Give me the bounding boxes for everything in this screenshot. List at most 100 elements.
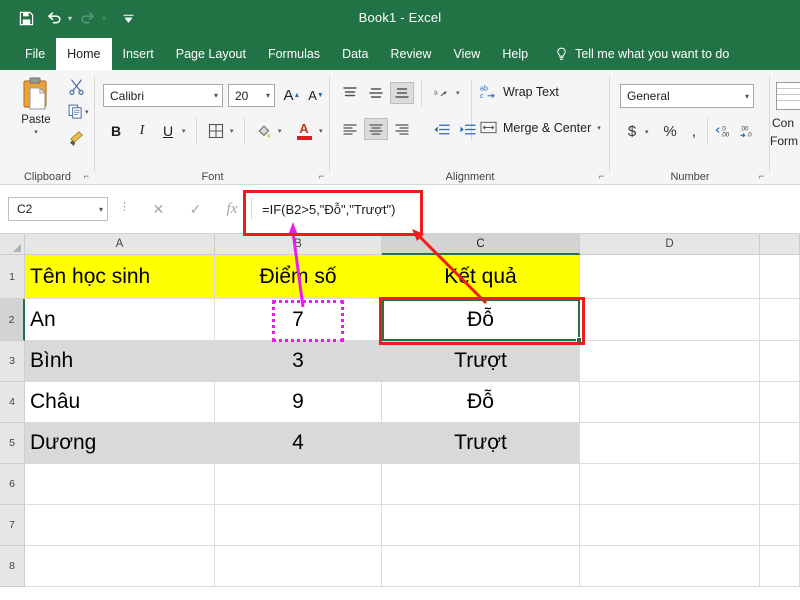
- fill-handle[interactable]: [576, 337, 582, 343]
- row-header-1[interactable]: 1: [0, 255, 25, 299]
- align-top-button[interactable]: [338, 82, 362, 104]
- cell-d6[interactable]: [580, 464, 760, 505]
- bold-button[interactable]: B: [105, 120, 127, 142]
- cell-d3[interactable]: [580, 341, 760, 382]
- cell-e7[interactable]: [760, 505, 800, 546]
- cell-a5[interactable]: Dương: [25, 423, 215, 464]
- cell-a8[interactable]: [25, 546, 215, 587]
- cell-a3[interactable]: Bình: [25, 341, 215, 382]
- cell-a1[interactable]: Tên học sinh: [25, 255, 215, 299]
- format-painter-button[interactable]: [68, 130, 85, 147]
- font-size-combo[interactable]: 20 ▾: [228, 84, 275, 107]
- cell-b2[interactable]: 7: [215, 299, 382, 341]
- row-header-3[interactable]: 3: [0, 341, 25, 382]
- column-header-e[interactable]: [760, 234, 800, 255]
- paste-dropdown-icon[interactable]: ▾: [34, 128, 38, 136]
- column-header-a[interactable]: A: [25, 234, 215, 255]
- row-header-2[interactable]: 2: [0, 299, 25, 341]
- tab-review[interactable]: Review: [379, 38, 442, 70]
- wrap-text-button[interactable]: ab c Wrap Text: [480, 84, 559, 100]
- insert-function-icon[interactable]: fx: [227, 201, 238, 218]
- font-name-combo[interactable]: Calibri ▾: [103, 84, 223, 107]
- paste-button[interactable]: Paste ▾: [8, 76, 64, 160]
- cell-a7[interactable]: [25, 505, 215, 546]
- cell-b5[interactable]: 4: [215, 423, 382, 464]
- currency-dropdown-icon[interactable]: ▾: [645, 128, 649, 136]
- orientation-button[interactable]: a: [429, 82, 453, 104]
- row-header-8[interactable]: 8: [0, 546, 25, 587]
- cell-e6[interactable]: [760, 464, 800, 505]
- font-color-button[interactable]: A: [293, 118, 315, 144]
- cell-e2[interactable]: [760, 299, 800, 341]
- cancel-icon[interactable]: ✕: [153, 201, 165, 218]
- cell-b6[interactable]: [215, 464, 382, 505]
- underline-dropdown-icon[interactable]: ▾: [182, 127, 186, 135]
- cell-b3[interactable]: 3: [215, 341, 382, 382]
- tab-home[interactable]: Home: [56, 38, 112, 70]
- number-format-combo[interactable]: General ▾: [620, 84, 754, 108]
- number-format-dropdown-icon[interactable]: ▾: [745, 92, 749, 101]
- cell-b8[interactable]: [215, 546, 382, 587]
- percent-button[interactable]: %: [660, 120, 680, 142]
- merge-center-button[interactable]: Merge & Center ▾: [480, 120, 601, 135]
- select-all-corner[interactable]: [0, 234, 25, 255]
- column-header-b[interactable]: B: [215, 234, 382, 255]
- font-name-dropdown-icon[interactable]: ▾: [214, 91, 218, 100]
- row-header-7[interactable]: 7: [0, 505, 25, 546]
- align-left-button[interactable]: [338, 118, 362, 140]
- merge-center-dropdown-icon[interactable]: ▾: [597, 124, 601, 132]
- font-dialog-launcher-icon[interactable]: ⌐: [319, 171, 324, 181]
- name-box-dropdown-icon[interactable]: ▾: [99, 205, 103, 214]
- font-color-dropdown-icon[interactable]: ▾: [319, 127, 323, 135]
- cell-d5[interactable]: [580, 423, 760, 464]
- borders-button[interactable]: [205, 120, 227, 142]
- cell-d4[interactable]: [580, 382, 760, 423]
- row-header-5[interactable]: 5: [0, 423, 25, 464]
- cell-a6[interactable]: [25, 464, 215, 505]
- cell-c5[interactable]: Trượt: [382, 423, 580, 464]
- cell-c4[interactable]: Đỗ: [382, 382, 580, 423]
- cell-d8[interactable]: [580, 546, 760, 587]
- row-header-4[interactable]: 4: [0, 382, 25, 423]
- currency-button[interactable]: $: [622, 120, 642, 142]
- number-dialog-launcher-icon[interactable]: ⌐: [759, 171, 764, 181]
- decrease-font-size-button[interactable]: A ▼: [305, 84, 327, 107]
- cell-b1[interactable]: Điểm số: [215, 255, 382, 299]
- cell-e1[interactable]: [760, 255, 800, 299]
- conditional-formatting-icon[interactable]: [776, 82, 800, 110]
- align-bottom-button[interactable]: [390, 82, 414, 104]
- italic-button[interactable]: I: [131, 120, 153, 142]
- decrease-decimal-button[interactable]: .0.00: [714, 120, 734, 142]
- tab-formulas[interactable]: Formulas: [257, 38, 331, 70]
- formula-input[interactable]: =IF(B2>5,"Đỗ","Trượt"): [256, 195, 416, 223]
- decrease-indent-button[interactable]: [429, 118, 453, 140]
- tab-help[interactable]: Help: [491, 38, 539, 70]
- row-header-6[interactable]: 6: [0, 464, 25, 505]
- align-middle-button[interactable]: [364, 82, 388, 104]
- font-size-dropdown-icon[interactable]: ▾: [266, 91, 270, 100]
- cell-a4[interactable]: Châu: [25, 382, 215, 423]
- copy-dropdown-icon[interactable]: ▾: [85, 108, 89, 116]
- fill-color-button[interactable]: [253, 120, 275, 142]
- cell-c8[interactable]: [382, 546, 580, 587]
- cell-b4[interactable]: 9: [215, 382, 382, 423]
- cell-e4[interactable]: [760, 382, 800, 423]
- cell-d7[interactable]: [580, 505, 760, 546]
- comma-button[interactable]: ,: [686, 120, 702, 142]
- underline-button[interactable]: U: [157, 120, 179, 142]
- cell-b7[interactable]: [215, 505, 382, 546]
- align-center-button[interactable]: [364, 118, 388, 140]
- column-header-c[interactable]: C: [382, 234, 580, 255]
- cell-c6[interactable]: [382, 464, 580, 505]
- alignment-dialog-launcher-icon[interactable]: ⌐: [599, 171, 604, 181]
- cell-a2[interactable]: An: [25, 299, 215, 341]
- copy-button[interactable]: ▾: [68, 104, 89, 119]
- cell-c1[interactable]: Kết quả: [382, 255, 580, 299]
- cut-button[interactable]: [68, 78, 85, 95]
- borders-dropdown-icon[interactable]: ▾: [230, 127, 234, 135]
- confirm-icon[interactable]: ✓: [190, 201, 202, 218]
- tab-data[interactable]: Data: [331, 38, 379, 70]
- clipboard-dialog-launcher-icon[interactable]: ⌐: [84, 171, 89, 181]
- increase-font-size-button[interactable]: A ▲: [281, 84, 303, 107]
- tell-me-search[interactable]: Tell me what you want to do: [555, 38, 729, 70]
